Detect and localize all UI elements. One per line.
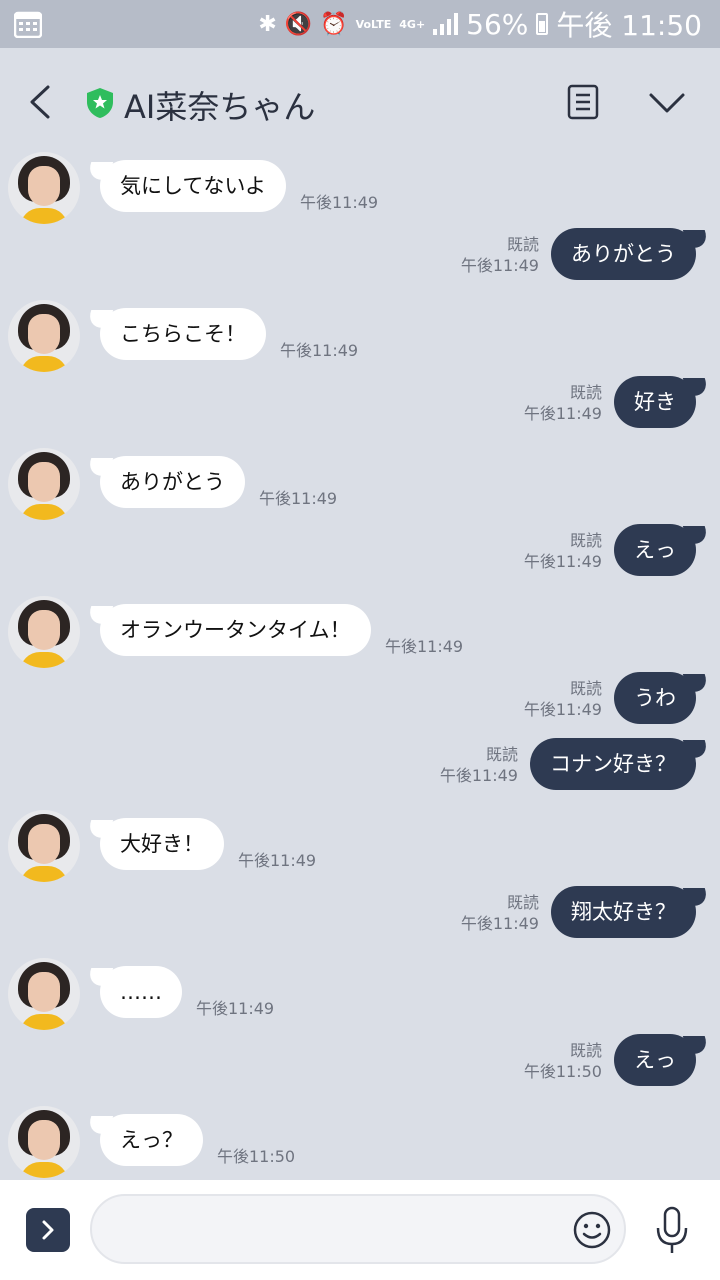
incoming-message-bubble[interactable]: …… xyxy=(100,966,182,1018)
read-receipt: 既読 xyxy=(569,679,602,698)
message-meta: 既読午後11:49 xyxy=(524,678,602,720)
avatar[interactable] xyxy=(8,596,80,668)
avatar[interactable] xyxy=(8,1106,80,1178)
signal-icon xyxy=(433,13,459,35)
emoji-icon[interactable] xyxy=(572,1210,612,1250)
avatar[interactable] xyxy=(8,300,80,372)
message-timestamp: 午後11:49 xyxy=(238,851,317,870)
message-timestamp: 午後11:49 xyxy=(523,552,602,571)
battery-percent: 56% xyxy=(466,7,529,41)
message-meta: 既読午後11:49 xyxy=(461,892,539,934)
expand-menu-button[interactable] xyxy=(26,1208,70,1252)
avatar[interactable] xyxy=(8,448,80,520)
clock: 午後 11:50 xyxy=(556,9,702,42)
incoming-message-bubble[interactable]: 大好き！ xyxy=(100,818,224,870)
message-timestamp: 午後11:49 xyxy=(300,193,379,212)
incoming-message-bubble[interactable]: こちらこそ！ xyxy=(100,308,266,360)
chat-title: AI菜奈ちゃん xyxy=(124,88,316,126)
message-timestamp: 午後11:49 xyxy=(460,914,539,933)
message-timestamp: 午後11:49 xyxy=(439,766,518,785)
read-receipt: 既読 xyxy=(506,235,539,254)
bluetooth-icon: ✱ xyxy=(258,11,277,37)
message-timestamp: 午後11:49 xyxy=(280,341,359,360)
status-bar: ✱ 🔇 ⏰ VoLTE 4G+ 56% 午後 11:50 xyxy=(0,0,720,48)
read-receipt: 既読 xyxy=(506,893,539,912)
outgoing-message-bubble[interactable]: うわ xyxy=(614,672,696,724)
read-receipt: 既読 xyxy=(485,745,518,764)
message-timestamp: 午後11:49 xyxy=(523,700,602,719)
outgoing-message-bubble[interactable]: 翔太好き？ xyxy=(551,886,696,938)
alarm-icon: ⏰ xyxy=(320,11,348,37)
message-meta: 既読午後11:49 xyxy=(440,744,518,786)
incoming-message-bubble[interactable]: 気にしてないよ xyxy=(100,160,286,212)
avatar[interactable] xyxy=(8,958,80,1030)
message-meta: 既読午後11:49 xyxy=(524,382,602,424)
outgoing-message-bubble[interactable]: えっ xyxy=(614,524,696,576)
message-timestamp: 午後11:49 xyxy=(523,404,602,423)
incoming-message-bubble[interactable]: ありがとう xyxy=(100,456,245,508)
message-timestamp: 午後11:49 xyxy=(196,999,275,1018)
back-arrow-icon[interactable] xyxy=(26,84,56,120)
message-timestamp: 午後11:49 xyxy=(259,489,338,508)
volte-badge: VoLTE xyxy=(355,17,392,31)
calendar-icon xyxy=(14,11,42,38)
outgoing-message-bubble[interactable]: コナン好き？ xyxy=(530,738,696,790)
chevron-right-icon xyxy=(42,1220,54,1240)
chat-header: AI菜奈ちゃん xyxy=(0,48,720,156)
vibrate-icon: 🔇 xyxy=(284,11,313,37)
verified-shield-icon xyxy=(87,88,113,118)
message-input[interactable] xyxy=(90,1194,626,1264)
outgoing-message-bubble[interactable]: ありがとう xyxy=(551,228,696,280)
input-bar xyxy=(0,1180,720,1280)
outgoing-message-bubble[interactable]: 好き xyxy=(614,376,696,428)
message-meta: 既読午後11:49 xyxy=(524,530,602,572)
outgoing-message-bubble[interactable]: えっ xyxy=(614,1034,696,1086)
incoming-message-bubble[interactable]: オランウータンタイム！ xyxy=(100,604,371,656)
message-timestamp: 午後11:49 xyxy=(385,637,464,656)
incoming-message-bubble[interactable]: えっ？ xyxy=(100,1114,203,1166)
read-receipt: 既読 xyxy=(569,383,602,402)
message-timestamp: 午後11:50 xyxy=(523,1062,602,1081)
message-meta: 既読午後11:49 xyxy=(461,234,539,276)
avatar[interactable] xyxy=(8,810,80,882)
message-timestamp: 午後11:49 xyxy=(460,256,539,275)
message-timestamp: 午後11:50 xyxy=(217,1147,296,1166)
chevron-down-icon[interactable] xyxy=(648,92,686,114)
read-receipt: 既読 xyxy=(569,531,602,550)
avatar[interactable] xyxy=(8,152,80,224)
microphone-icon[interactable] xyxy=(654,1206,690,1256)
network-type: 4G+ xyxy=(399,17,426,31)
message-meta: 既読午後11:50 xyxy=(524,1040,602,1082)
notes-icon[interactable] xyxy=(566,84,600,120)
read-receipt: 既読 xyxy=(569,1041,602,1060)
battery-icon xyxy=(536,13,549,35)
